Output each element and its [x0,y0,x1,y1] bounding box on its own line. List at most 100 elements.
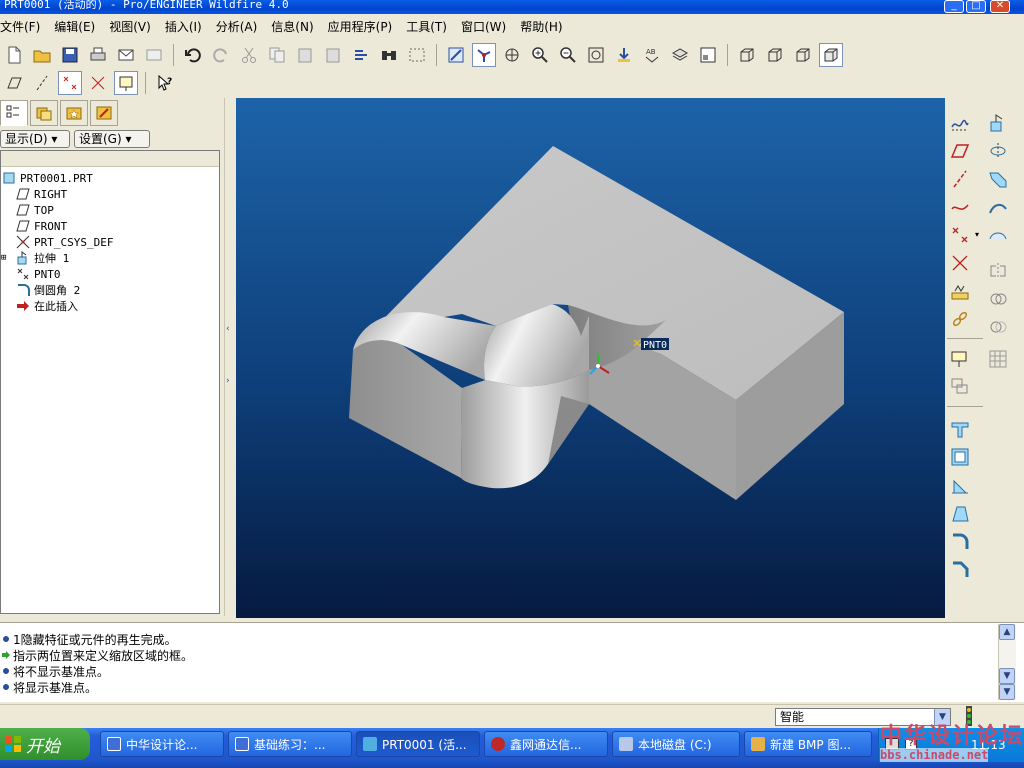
round-tool-icon[interactable] [947,528,973,554]
tree-item-front[interactable]: FRONT [15,218,67,234]
datum-axis-tool-icon[interactable] [947,166,973,192]
layers-icon[interactable] [668,43,692,67]
refit-icon[interactable] [584,43,608,67]
merge-tool-icon[interactable] [985,286,1011,312]
menu-applications[interactable]: 应用程序(P) [328,18,393,35]
tab-folder-browser[interactable] [30,100,58,126]
repaint-icon[interactable] [444,43,468,67]
tree-item-point[interactable]: PNT0 [15,266,61,282]
axis-display-icon[interactable] [30,71,54,95]
datum-curve-tool-icon[interactable] [947,194,973,220]
menu-file[interactable]: 文件(F) [0,18,40,35]
revolve-tool-icon[interactable] [985,138,1011,164]
graphics-window[interactable]: PNT0 [236,98,945,618]
trim-tool-icon[interactable] [985,314,1011,340]
start-button[interactable]: 开始 [0,728,90,760]
tab-connections[interactable] [90,100,118,126]
hidden-line-icon[interactable] [763,43,787,67]
copy-geometry-icon[interactable] [947,374,973,400]
send-mail-icon[interactable] [114,43,138,67]
context-help-icon[interactable]: ? [153,71,177,95]
regenerate-icon[interactable] [349,43,373,67]
menu-insert[interactable]: 插入(I) [165,18,202,35]
point-display-icon[interactable] [58,71,82,95]
chain-tool-icon[interactable] [947,306,973,332]
extrude-tool-icon[interactable] [985,110,1011,136]
datum-csys-tool-icon[interactable] [947,250,973,276]
taskbar-item[interactable]: 鑫网通达信... [484,731,608,757]
send-link-icon[interactable] [142,43,166,67]
boundary-blend-icon[interactable] [985,222,1011,248]
orient-mode-icon[interactable] [500,43,524,67]
menu-tools[interactable]: 工具(T) [406,18,447,35]
taskbar-item-active[interactable]: PRT0001 (活... [356,731,480,757]
draft-tool-icon[interactable] [947,500,973,526]
redo-icon[interactable] [209,43,233,67]
sketch-tool-icon[interactable] [947,110,973,136]
paste-icon[interactable] [293,43,317,67]
analysis-feature-icon[interactable] [947,278,973,304]
zoom-in-icon[interactable] [528,43,552,67]
selection-box-icon[interactable] [405,43,429,67]
blend-tool-icon[interactable] [985,194,1011,220]
view-manager-icon[interactable] [696,43,720,67]
chamfer-tool-icon[interactable] [947,556,973,582]
menu-info[interactable]: 信息(N) [271,18,313,35]
tree-item-insert-here[interactable]: 在此插入 [15,298,78,314]
taskbar-item[interactable]: 本地磁盘 (C:) [612,731,740,757]
csys-display-icon[interactable] [86,71,110,95]
menu-edit[interactable]: 编辑(E) [54,18,95,35]
maximize-button[interactable]: □ [966,0,986,13]
hole-tool-icon[interactable] [947,416,973,442]
scroll-down-icon[interactable]: ▼ [999,668,1015,684]
open-folder-icon[interactable] [30,43,54,67]
shading-icon[interactable] [819,43,843,67]
cut-icon[interactable] [237,43,261,67]
annotation-display-icon[interactable] [114,71,138,95]
scroll-up-icon[interactable]: ▲ [999,624,1015,640]
menu-window[interactable]: 窗口(W) [461,18,506,35]
settings-dropdown[interactable]: 设置(G) ▾ [74,130,150,148]
spin-center-icon[interactable] [472,43,496,67]
taskbar-item[interactable]: 中华设计论... [100,731,224,757]
reorient-icon[interactable] [612,43,636,67]
pattern-tool-icon[interactable] [985,346,1011,372]
message-scrollbar[interactable]: ▲ ▼ ▼ [998,624,1016,700]
print-icon[interactable] [86,43,110,67]
minimize-button[interactable]: _ [944,0,964,13]
sweep-tool-icon[interactable] [985,166,1011,192]
paste-special-icon[interactable] [321,43,345,67]
tree-item-right[interactable]: RIGHT [15,186,67,202]
expand-right-icon[interactable]: › [226,376,230,386]
collapse-left-icon[interactable]: ‹ [226,324,230,334]
panel-splitter[interactable]: ‹ › [224,98,234,616]
datum-point-tool-icon[interactable] [947,222,973,248]
tree-item-part[interactable]: PRT0001.PRT [1,170,93,186]
mirror-tool-icon[interactable] [985,258,1011,284]
wireframe-icon[interactable] [735,43,759,67]
scroll-down-2-icon[interactable]: ▼ [999,684,1015,700]
save-icon[interactable] [58,43,82,67]
menu-help[interactable]: 帮助(H) [520,18,562,35]
undo-icon[interactable] [181,43,205,67]
expand-icon[interactable]: ⊞ [1,253,11,263]
menu-view[interactable]: 视图(V) [109,18,151,35]
tree-item-csys[interactable]: PRT_CSYS_DEF [15,234,113,250]
no-hidden-icon[interactable] [791,43,815,67]
menu-analysis[interactable]: 分析(A) [216,18,258,35]
zoom-out-icon[interactable] [556,43,580,67]
new-file-icon[interactable] [2,43,26,67]
find-icon[interactable] [377,43,401,67]
plane-display-icon[interactable] [2,71,26,95]
datum-plane-tool-icon[interactable] [947,138,973,164]
tree-item-extrude[interactable]: ⊞ 拉伸 1 [1,250,69,266]
shell-tool-icon[interactable] [947,444,973,470]
show-dropdown[interactable]: 显示(D) ▾ [0,130,70,148]
tab-model-tree[interactable] [0,100,28,126]
copy-icon[interactable] [265,43,289,67]
taskbar-item[interactable]: 新建 BMP 图... [744,731,872,757]
annotation-tool-icon[interactable] [947,346,973,372]
taskbar-item[interactable]: 基础练习：... [228,731,352,757]
tree-item-top[interactable]: TOP [15,202,54,218]
rib-tool-icon[interactable] [947,472,973,498]
